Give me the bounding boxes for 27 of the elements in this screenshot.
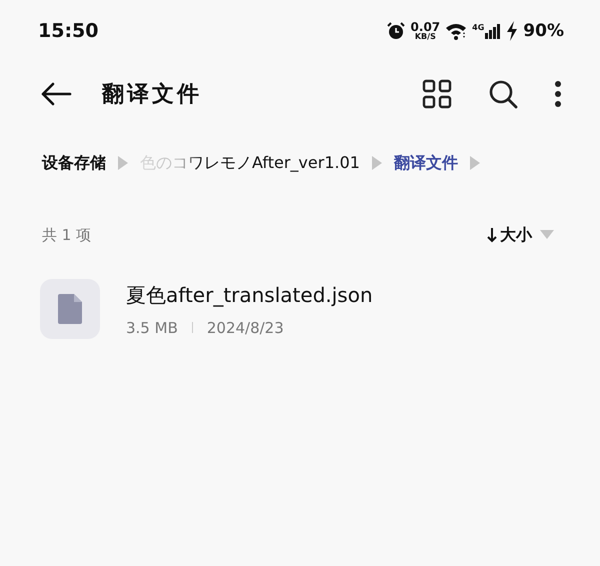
file-size: 3.5 MB (126, 318, 178, 336)
back-arrow-icon (40, 82, 72, 106)
signal-icon (485, 23, 502, 39)
file-name[interactable]: 夏色after_translated.json (126, 282, 373, 308)
alarm-icon (386, 21, 406, 41)
chevron-icon (118, 156, 128, 170)
network-type: 4G (472, 23, 484, 32)
grid-icon (422, 79, 452, 109)
breadcrumb-item[interactable]: 翻译文件 (394, 152, 458, 174)
search-icon (488, 79, 518, 109)
more-icon (554, 80, 562, 108)
chevron-icon (372, 156, 382, 170)
charging-icon (506, 21, 518, 41)
document-icon (58, 294, 82, 324)
battery-level: 90% (523, 21, 564, 41)
wifi-icon (445, 22, 468, 40)
dropdown-icon (540, 230, 554, 240)
breadcrumb-item[interactable]: 设备存储 (42, 152, 106, 174)
down-arrow-icon (487, 227, 497, 243)
speed-unit: KB/S (414, 33, 436, 41)
sort-button[interactable]: 大小 (487, 224, 554, 246)
file-date: 2024/8/23 (206, 318, 284, 336)
item-count: 共 1 项 (42, 226, 92, 244)
clock-time: 15:50 (38, 20, 98, 42)
speed-value: 0.07 (410, 21, 440, 33)
page-title: 翻译文件 (102, 81, 203, 109)
chevron-icon (470, 156, 480, 170)
